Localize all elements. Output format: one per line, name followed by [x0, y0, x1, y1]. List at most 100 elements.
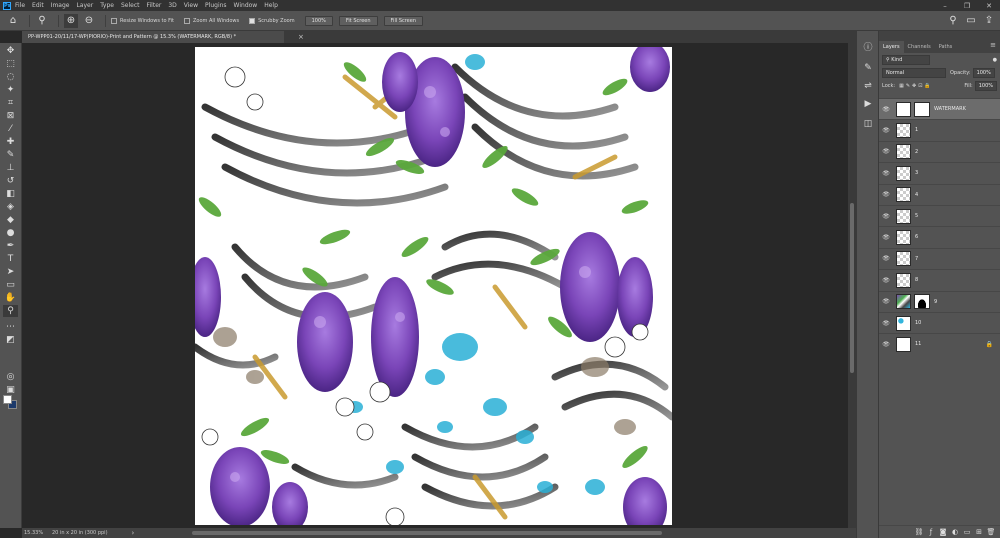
- opacity-field[interactable]: 100%: [972, 67, 995, 78]
- eraser-tool-icon[interactable]: ◧: [3, 188, 18, 200]
- menu-view[interactable]: View: [184, 2, 198, 9]
- visibility-eye-icon[interactable]: 👁: [879, 277, 893, 284]
- menu-3d[interactable]: 3D: [168, 2, 176, 9]
- layer-mask-thumbnail[interactable]: [914, 294, 930, 310]
- menu-help[interactable]: Help: [264, 2, 278, 9]
- healing-brush-tool-icon[interactable]: ✚: [3, 136, 18, 148]
- menu-select[interactable]: Select: [121, 2, 140, 9]
- menu-filter[interactable]: Filter: [147, 2, 162, 9]
- visibility-eye-icon[interactable]: 👁: [879, 213, 893, 220]
- vertical-scrollbar[interactable]: [848, 43, 856, 528]
- adjustments-icon[interactable]: ⇌: [861, 79, 875, 93]
- shape-tool-icon[interactable]: ▭: [3, 279, 18, 291]
- crop-tool-icon[interactable]: ⌗: [3, 97, 18, 109]
- share-icon[interactable]: ⇪: [982, 14, 996, 28]
- pen-tool-icon[interactable]: ✒: [3, 240, 18, 252]
- zoom-tool-preset-icon[interactable]: ⚲: [35, 14, 49, 28]
- lock-options-icons[interactable]: ▦✎✥⊡🔒: [899, 83, 933, 89]
- visibility-eye-icon[interactable]: 👁: [879, 148, 893, 155]
- zoom-100-button[interactable]: 100%: [304, 15, 333, 26]
- eyedropper-tool-icon[interactable]: ⁄: [3, 123, 18, 135]
- zoom-out-icon[interactable]: ⊖: [82, 14, 96, 28]
- document-tab[interactable]: PP-WPP01-20/11/17-WP(PIORIO)-Print and P…: [22, 31, 284, 43]
- brush-tool-icon[interactable]: ✎: [3, 149, 18, 161]
- fill-screen-button[interactable]: Fill Screen: [383, 15, 424, 26]
- link-layers-icon[interactable]: ⛓: [913, 528, 925, 536]
- properties-icon[interactable]: ◫: [861, 117, 875, 131]
- layer-mask-thumbnail[interactable]: [914, 101, 930, 117]
- menu-type[interactable]: Type: [100, 2, 114, 9]
- minimize-icon[interactable]: –: [934, 2, 956, 10]
- info-icon[interactable]: ⓘ: [861, 41, 875, 55]
- tab-paths[interactable]: Paths: [935, 41, 957, 53]
- quick-mask-icon[interactable]: ◎: [3, 371, 18, 383]
- actions-play-icon[interactable]: ▶: [861, 97, 875, 111]
- fx-icon[interactable]: ƒ: [925, 528, 937, 536]
- clone-stamp-tool-icon[interactable]: ⊥: [3, 162, 18, 174]
- restore-icon[interactable]: ❐: [956, 2, 978, 10]
- horizontal-scroll-thumb[interactable]: [192, 531, 662, 535]
- filter-toggle-icon[interactable]: ●: [993, 57, 997, 63]
- layer-row[interactable]: 👁 9: [879, 290, 1000, 312]
- menu-file[interactable]: File: [15, 2, 25, 9]
- canvas-area[interactable]: [22, 43, 848, 528]
- vertical-scroll-thumb[interactable]: [850, 203, 854, 373]
- visibility-eye-icon[interactable]: 👁: [879, 234, 893, 241]
- tab-channels[interactable]: Channels: [904, 41, 935, 53]
- layer-row[interactable]: 👁 4: [879, 183, 1000, 205]
- foreground-color-swatch[interactable]: [3, 395, 12, 404]
- visibility-eye-icon[interactable]: 👁: [879, 170, 893, 177]
- home-icon[interactable]: ⌂: [6, 14, 20, 28]
- resize-windows-checkbox[interactable]: Resize Windows to Fit: [111, 17, 174, 24]
- move-tool-icon[interactable]: ✥: [3, 45, 18, 57]
- type-tool-icon[interactable]: T: [3, 253, 18, 265]
- menu-layer[interactable]: Layer: [76, 2, 93, 9]
- menu-window[interactable]: Window: [234, 2, 258, 9]
- blend-mode-select[interactable]: Normal: [882, 67, 946, 78]
- zoom-in-icon[interactable]: ⊕: [64, 13, 78, 28]
- zoom-tool-icon[interactable]: ⚲: [3, 305, 18, 317]
- visibility-eye-icon[interactable]: 👁: [879, 320, 893, 327]
- layer-row[interactable]: 👁 1: [879, 119, 1000, 140]
- new-layer-icon[interactable]: ⊞: [973, 528, 985, 536]
- paint-bucket-tool-icon[interactable]: ◈: [3, 201, 18, 213]
- layer-row[interactable]: 👁 5: [879, 205, 1000, 226]
- magic-wand-tool-icon[interactable]: ✦: [3, 84, 18, 96]
- tab-layers[interactable]: Layers: [879, 41, 904, 53]
- scrubby-zoom-checkbox[interactable]: Scrubby Zoom: [249, 17, 295, 24]
- zoom-level[interactable]: 15.33%: [22, 530, 48, 536]
- visibility-eye-icon[interactable]: 👁: [879, 255, 893, 262]
- delete-layer-icon[interactable]: 🗑: [985, 528, 997, 536]
- document-canvas[interactable]: [195, 47, 672, 525]
- menu-edit[interactable]: Edit: [32, 2, 44, 9]
- close-tab-icon[interactable]: ×: [298, 31, 304, 43]
- hand-tool-icon[interactable]: ✋: [3, 292, 18, 304]
- workspace-icon[interactable]: ▭: [964, 14, 978, 28]
- history-brush-tool-icon[interactable]: ↺: [3, 175, 18, 187]
- layer-row[interactable]: 👁 2: [879, 140, 1000, 162]
- visibility-eye-icon[interactable]: 👁: [879, 106, 893, 113]
- kind-filter-select[interactable]: ⚲ Kind: [882, 54, 930, 65]
- layer-row[interactable]: 👁 11 🔒: [879, 333, 1000, 354]
- new-group-icon[interactable]: ▭: [961, 528, 973, 536]
- dodge-tool-icon[interactable]: ●: [3, 227, 18, 239]
- visibility-eye-icon[interactable]: 👁: [879, 127, 893, 134]
- panel-menu-icon[interactable]: ≡: [990, 41, 996, 49]
- blur-tool-icon[interactable]: ◆: [3, 214, 18, 226]
- menu-image[interactable]: Image: [51, 2, 70, 9]
- status-menu-arrow[interactable]: ›: [132, 529, 135, 537]
- menu-plugins[interactable]: Plugins: [205, 2, 227, 9]
- lasso-tool-icon[interactable]: ◌: [3, 71, 18, 83]
- add-mask-icon[interactable]: ◙: [937, 528, 949, 536]
- close-window-icon[interactable]: ✕: [978, 2, 1000, 10]
- path-selection-tool-icon[interactable]: ➤: [3, 266, 18, 278]
- more-tools-icon[interactable]: ⋯: [3, 321, 18, 333]
- layer-row[interactable]: 👁 WATERMARK: [879, 98, 1000, 119]
- layer-row[interactable]: 👁 3: [879, 162, 1000, 183]
- visibility-eye-icon[interactable]: 👁: [879, 298, 893, 305]
- fill-field[interactable]: 100%: [974, 80, 997, 91]
- default-colors-icon[interactable]: ◩: [3, 334, 18, 346]
- layer-row[interactable]: 👁 10: [879, 312, 1000, 333]
- layer-row[interactable]: 👁 8: [879, 269, 1000, 290]
- brush-settings-icon[interactable]: ✎: [861, 61, 875, 75]
